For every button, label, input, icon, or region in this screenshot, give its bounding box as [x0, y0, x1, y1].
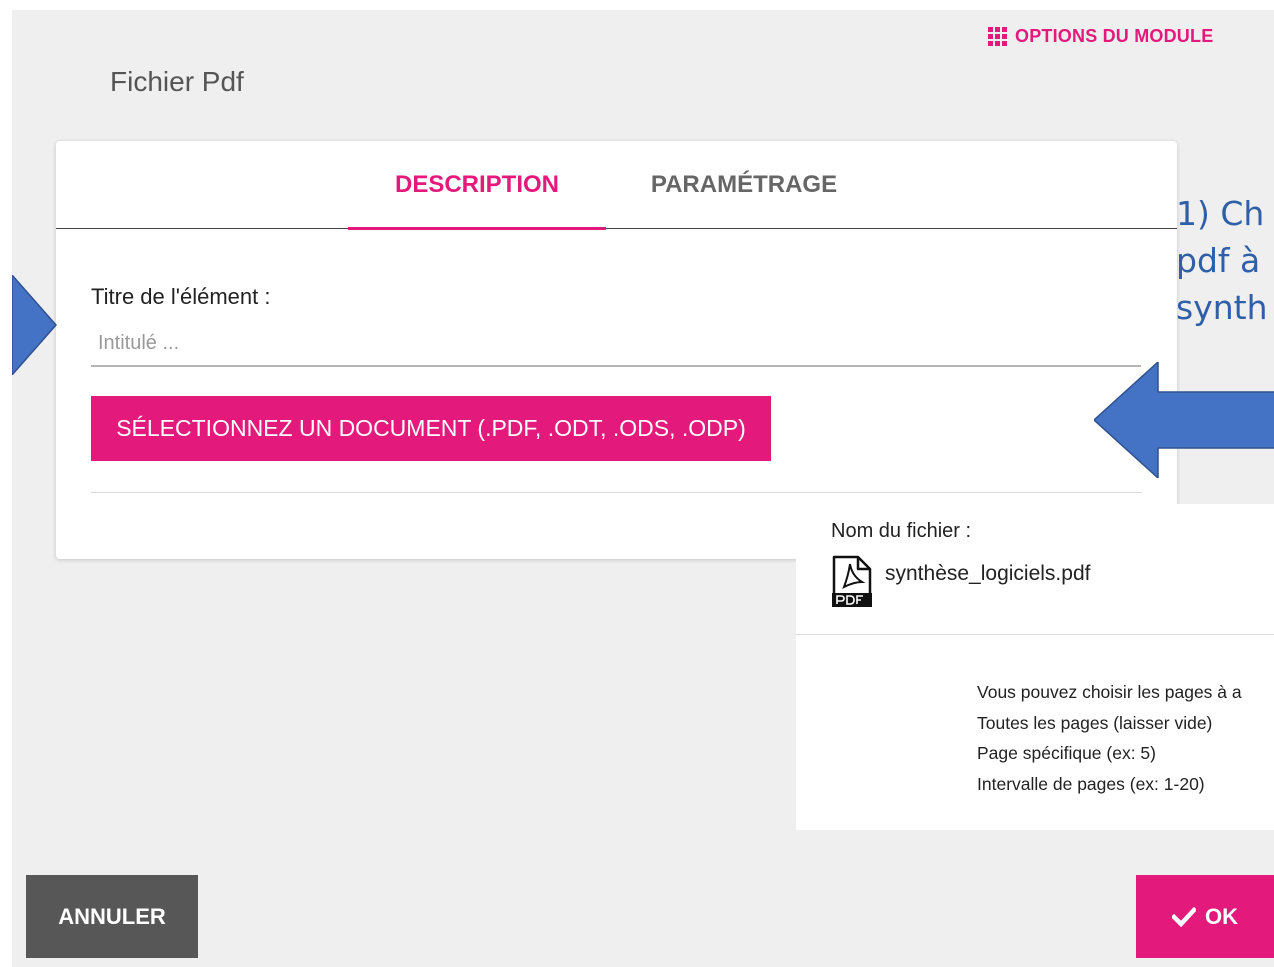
form-card: DESCRIPTION PARAMÉTRAGE Titre de l'éléme… [56, 141, 1177, 559]
annotation-arrow-left [12, 275, 57, 375]
panel-divider [796, 634, 1274, 635]
help-line: Toutes les pages (laisser vide) [977, 712, 1213, 733]
pdf-file-icon [832, 555, 872, 607]
file-name: synthèse_logiciels.pdf [885, 562, 1091, 585]
grid-icon [988, 26, 1007, 46]
annotation-line: 1) Ch [1176, 194, 1265, 233]
help-line: Intervalle de pages (ex: 1-20) [977, 773, 1205, 794]
title-field-label: Titre de l'élément : [91, 284, 271, 309]
ok-button[interactable]: OK [1136, 875, 1274, 958]
file-name-label: Nom du fichier : [831, 520, 972, 542]
page-selection-help: Vous pouvez choisir les pages à a Toutes… [977, 677, 1242, 799]
help-line: Page spécifique (ex: 5) [977, 743, 1156, 763]
file-panel: Nom du fichier : synthèse_logiciels.pdf … [796, 504, 1274, 830]
select-document-button[interactable]: SÉLECTIONNEZ UN DOCUMENT (.PDF, .ODT, .O… [91, 396, 771, 461]
annotation-line: synth [1176, 288, 1268, 327]
annotation-text: 1) Ch pdf à synth [1176, 190, 1268, 331]
tab-bar: DESCRIPTION PARAMÉTRAGE [56, 141, 1177, 230]
tab-parametrage[interactable]: PARAMÉTRAGE [648, 141, 840, 228]
tab-description[interactable]: DESCRIPTION [348, 141, 606, 230]
annotation-line: pdf à [1176, 241, 1261, 280]
page-title: Fichier Pdf [110, 66, 244, 97]
annotation-arrow-big [1094, 362, 1274, 478]
form-divider [91, 492, 1142, 493]
module-options-label: OPTIONS DU MODULE [1015, 25, 1214, 46]
dialog-background: OPTIONS DU MODULE Fichier Pdf DESCRIPTIO… [12, 10, 1274, 967]
ok-label: OK [1205, 903, 1238, 929]
title-input[interactable] [91, 321, 1141, 367]
checkmark-icon [1172, 906, 1196, 927]
cancel-button[interactable]: ANNULER [26, 875, 198, 958]
module-options-link[interactable]: OPTIONS DU MODULE [988, 24, 1213, 48]
help-line: Vous pouvez choisir les pages à a [977, 682, 1242, 702]
